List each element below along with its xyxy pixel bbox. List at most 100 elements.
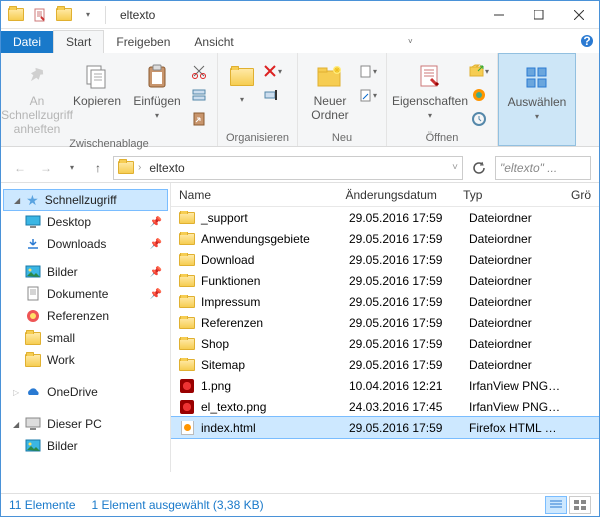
group-new: Neu xyxy=(306,130,378,144)
title-bar: ▾ eltexto xyxy=(1,1,599,29)
window-title: eltexto xyxy=(114,8,479,22)
rename-icon[interactable] xyxy=(262,85,282,105)
up-button[interactable]: ↑ xyxy=(87,157,109,179)
file-name: Impressum xyxy=(201,295,260,309)
folder-icon xyxy=(179,274,195,288)
nav-referenzen[interactable]: Referenzen xyxy=(1,305,170,327)
file-row[interactable]: Sitemap29.05.2016 17:59Dateiordner xyxy=(171,354,599,375)
file-type: IrfanView PNG File xyxy=(461,379,571,393)
file-list: Name Änderungsdatum Typ Grö _support29.0… xyxy=(171,183,599,472)
moveto-button[interactable]: ▾ xyxy=(226,57,258,104)
file-row[interactable]: Referenzen29.05.2016 17:59Dateiordner xyxy=(171,312,599,333)
file-row[interactable]: Anwendungsgebiete29.05.2016 17:59Dateior… xyxy=(171,228,599,249)
pin-button[interactable]: An Schnellzugriff anheften xyxy=(9,57,65,136)
help-icon[interactable]: ? xyxy=(575,29,599,53)
nav-onedrive[interactable]: ▷ OneDrive xyxy=(1,381,170,403)
folder-icon xyxy=(118,161,134,174)
properties-icon xyxy=(414,61,446,93)
file-row[interactable]: el_texto.png24.03.2016 17:45IrfanView PN… xyxy=(171,396,599,417)
file-row[interactable]: _support29.05.2016 17:59Dateiordner xyxy=(171,207,599,228)
file-row[interactable]: Download29.05.2016 17:59Dateiordner xyxy=(171,249,599,270)
qat-dropdown-icon[interactable]: ▾ xyxy=(77,4,99,26)
view-large-button[interactable] xyxy=(569,496,591,514)
edit-icon[interactable] xyxy=(469,85,489,105)
col-name[interactable]: Name xyxy=(171,188,338,202)
file-row[interactable]: 1.png10.04.2016 12:21IrfanView PNG File xyxy=(171,375,599,396)
back-button[interactable]: ← xyxy=(9,157,31,179)
col-type[interactable]: Typ xyxy=(455,188,563,202)
paste-icon xyxy=(141,61,173,93)
file-date: 29.05.2016 17:59 xyxy=(341,295,461,309)
open-icon[interactable]: ▾ xyxy=(469,61,489,81)
file-row[interactable]: Impressum29.05.2016 17:59Dateiordner xyxy=(171,291,599,312)
tab-view[interactable]: Ansicht xyxy=(182,31,245,53)
pin-icon: 📌 xyxy=(150,267,162,278)
newfolder-button[interactable]: Neuer Ordner xyxy=(306,57,354,123)
refresh-button[interactable] xyxy=(467,161,491,175)
history-icon[interactable] xyxy=(469,109,489,129)
easyaccess-icon[interactable]: ▾ xyxy=(358,85,378,105)
nav-small[interactable]: small xyxy=(1,327,170,349)
navigation-pane: ◢ ★Schnellzugriff Desktop📌 Downloads📌 Bi… xyxy=(1,183,171,472)
search-input[interactable]: "eltexto" ... xyxy=(495,156,591,180)
col-size[interactable]: Grö xyxy=(563,188,599,202)
paste-button[interactable]: Einfügen▾ xyxy=(129,57,185,120)
recent-dropdown[interactable]: ▾ xyxy=(61,157,83,179)
file-type: Dateiordner xyxy=(461,253,571,267)
file-type: Dateiordner xyxy=(461,211,571,225)
file-row[interactable]: Funktionen29.05.2016 17:59Dateiordner xyxy=(171,270,599,291)
delete-icon[interactable]: ▾ xyxy=(262,61,282,81)
cut-icon[interactable] xyxy=(189,61,209,81)
address-bar[interactable]: › eltexto ˅ xyxy=(113,156,463,180)
address-dropdown-icon[interactable]: ˅ xyxy=(452,162,458,173)
file-name: _support xyxy=(201,211,248,225)
quick-access-toolbar: ▾ xyxy=(1,4,114,26)
svg-text:?: ? xyxy=(583,34,590,48)
file-date: 29.05.2016 17:59 xyxy=(341,337,461,351)
forward-button[interactable]: → xyxy=(35,157,57,179)
nav-desktop[interactable]: Desktop📌 xyxy=(1,211,170,233)
col-date[interactable]: Änderungsdatum xyxy=(338,188,456,202)
file-row[interactable]: Shop29.05.2016 17:59Dateiordner xyxy=(171,333,599,354)
file-name: Referenzen xyxy=(201,316,263,330)
view-details-button[interactable] xyxy=(545,496,567,514)
file-type: Dateiordner xyxy=(461,337,571,351)
app-icon[interactable] xyxy=(5,4,27,26)
nav-quick-access[interactable]: ◢ ★Schnellzugriff xyxy=(3,189,168,211)
nav-work[interactable]: Work xyxy=(1,349,170,371)
status-selected: 1 Element ausgewählt (3,38 KB) xyxy=(92,498,264,512)
folder-icon xyxy=(179,316,195,330)
ribbon: An Schnellzugriff anheften Kopieren Einf… xyxy=(1,53,599,147)
paste-shortcut-icon[interactable] xyxy=(189,109,209,129)
ribbon-toggle-icon[interactable]: ˅ xyxy=(398,29,422,53)
maximize-button[interactable] xyxy=(519,1,559,29)
nav-thispc[interactable]: ◢ Dieser PC xyxy=(1,413,170,435)
close-button[interactable] xyxy=(559,1,599,29)
file-row[interactable]: index.html29.05.2016 17:59Firefox HTML D… xyxy=(171,417,599,438)
group-organize: Organisieren xyxy=(226,130,289,144)
png-icon xyxy=(179,379,195,393)
select-button[interactable]: Auswählen▾ xyxy=(507,58,567,121)
properties-button[interactable]: Eigenschaften▾ xyxy=(395,57,465,120)
tab-start[interactable]: Start xyxy=(53,30,104,53)
file-type: Dateiordner xyxy=(461,274,571,288)
qat-newfolder-icon[interactable] xyxy=(53,4,75,26)
tab-file[interactable]: Datei xyxy=(1,31,53,53)
newitem-icon[interactable]: ▾ xyxy=(358,61,378,81)
breadcrumb[interactable]: eltexto xyxy=(145,161,188,175)
copy-button[interactable]: Kopieren xyxy=(69,57,125,109)
copypath-icon[interactable] xyxy=(189,85,209,105)
tab-share[interactable]: Freigeben xyxy=(104,31,182,53)
nav-dokumente[interactable]: Dokumente📌 xyxy=(1,283,170,305)
nav-bilder[interactable]: Bilder📌 xyxy=(1,261,170,283)
file-type: IrfanView PNG File xyxy=(461,400,571,414)
file-name: el_texto.png xyxy=(201,400,266,414)
qat-properties-icon[interactable] xyxy=(29,4,51,26)
minimize-button[interactable] xyxy=(479,1,519,29)
newfolder-icon xyxy=(314,61,346,93)
html-icon xyxy=(179,421,195,435)
nav-downloads[interactable]: Downloads📌 xyxy=(1,233,170,255)
select-icon xyxy=(521,62,553,94)
pin-icon: 📌 xyxy=(150,289,162,300)
nav-bilder2[interactable]: Bilder xyxy=(1,435,170,457)
